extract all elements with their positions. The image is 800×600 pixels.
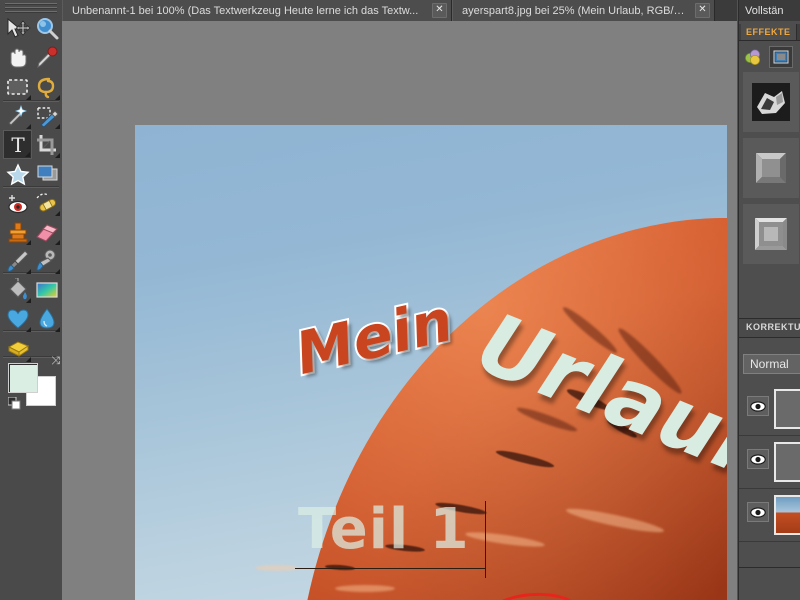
tool-submenu-arrow: [55, 240, 60, 245]
svg-text:T: T: [11, 134, 25, 156]
tool-shape[interactable]: [3, 304, 32, 333]
panel-divider: [739, 567, 800, 568]
text-baseline-guide: [295, 568, 485, 569]
swap-colors-icon[interactable]: ⤨: [51, 356, 60, 367]
tool-paint-bucket[interactable]: [3, 275, 32, 304]
toolbox: T ⤨: [0, 0, 63, 600]
tool-type[interactable]: T: [3, 130, 32, 159]
tool-zoom[interactable]: [32, 14, 61, 43]
tool-gradient[interactable]: [32, 275, 61, 304]
tool-submenu-arrow: [55, 153, 60, 158]
layer-thumbnail[interactable]: [774, 389, 800, 429]
tool-clone-stamp[interactable]: [3, 217, 32, 246]
color-swatches: ⤨: [7, 356, 60, 410]
layer-row[interactable]: [739, 488, 800, 542]
toolbox-grip[interactable]: [5, 3, 57, 13]
document-tab-2-label: ayerspart8.jpg bei 25% (Mein Urlaub, RGB…: [462, 4, 690, 17]
effects-category-icons: [739, 44, 800, 70]
tool-submenu-arrow: [55, 269, 60, 274]
tool-cookie-cutter[interactable]: [3, 159, 32, 188]
tool-submenu-arrow: [26, 298, 31, 303]
tool-submenu-arrow: [26, 95, 31, 100]
text-caret-guide: [485, 501, 486, 578]
image-canvas[interactable]: Mein Urlaub Teil 1: [135, 125, 727, 600]
tool-sponge[interactable]: [3, 334, 32, 363]
eye-icon[interactable]: [747, 449, 769, 469]
eye-icon[interactable]: [747, 396, 769, 416]
eye-icon[interactable]: [747, 502, 769, 522]
document-tab-1-label: Unbenannt-1 bei 100% (Das Textwerkzeug H…: [72, 4, 419, 17]
document-tab-bar: Unbenannt-1 bei 100% (Das Textwerkzeug H…: [62, 0, 737, 22]
tool-rectangular-marquee[interactable]: [3, 72, 32, 101]
tool-submenu-arrow: [55, 95, 60, 100]
tool-magic-wand[interactable]: [3, 101, 32, 130]
layer-row[interactable]: [739, 435, 800, 489]
document-tab-2[interactable]: ayerspart8.jpg bei 25% (Mein Urlaub, RGB…: [452, 0, 715, 21]
close-icon[interactable]: ✕: [695, 3, 710, 18]
tool-submenu-arrow: [25, 152, 30, 157]
tab-korrekturen[interactable]: KORREKTU: [741, 319, 800, 335]
tool-brush[interactable]: [3, 246, 32, 275]
filters-icon[interactable]: [742, 46, 766, 68]
tool-submenu-arrow: [26, 269, 31, 274]
tool-submenu-arrow: [26, 327, 31, 332]
tab-effekte[interactable]: EFFEKTE: [741, 24, 797, 40]
tool-eyedropper[interactable]: [32, 43, 61, 72]
layer-thumbnail[interactable]: [774, 495, 800, 535]
tool-healing-brush[interactable]: [32, 188, 61, 217]
right-panel-dock: Vollstän EFFEKTE KORREKTU Normal: [738, 0, 800, 600]
photoshop-elements-window: T ⤨ Unbenannt-1 bei 100% (Das Textwerkze…: [0, 0, 800, 600]
tool-smart-brush[interactable]: [32, 246, 61, 275]
effect-thumb-bevel-simple[interactable]: [743, 138, 799, 198]
effect-thumb-bevel-inner[interactable]: [743, 204, 799, 264]
tool-submenu-arrow: [55, 211, 60, 216]
layer-blend-mode-select[interactable]: Normal: [743, 354, 800, 374]
layer-row[interactable]: [739, 382, 800, 436]
effects-thumbnail-list: [739, 72, 800, 270]
tool-move[interactable]: [3, 14, 32, 43]
tool-crop[interactable]: [32, 130, 61, 159]
tool-hand[interactable]: [3, 43, 32, 72]
effects-panel-tabrow: EFFEKTE: [739, 24, 800, 41]
tool-straighten[interactable]: [32, 159, 61, 188]
document-workspace[interactable]: Mein Urlaub Teil 1: [62, 21, 737, 600]
tool-redeye-removal[interactable]: [3, 188, 32, 217]
close-icon[interactable]: ✕: [432, 3, 447, 18]
tool-quick-selection[interactable]: [32, 101, 61, 130]
workspace-mode-menu[interactable]: Vollstän: [739, 0, 800, 21]
effect-thumb-metal[interactable]: [743, 72, 799, 132]
corrections-panel-tabrow: KORREKTU: [739, 318, 800, 338]
tool-blur[interactable]: [32, 304, 61, 333]
layer-thumbnail[interactable]: [774, 442, 800, 482]
document-tab-1[interactable]: Unbenannt-1 bei 100% (Das Textwerkzeug H…: [62, 0, 452, 21]
artwork-text-teil1[interactable]: Teil 1: [298, 497, 470, 562]
tool-submenu-arrow: [55, 327, 60, 332]
tool-submenu-arrow: [26, 240, 31, 245]
tool-eraser[interactable]: [32, 217, 61, 246]
tool-lasso[interactable]: [32, 72, 61, 101]
default-colors-icon[interactable]: [7, 396, 21, 410]
workspace-mode-label: Vollstän: [745, 4, 784, 17]
tool-submenu-arrow: [55, 124, 60, 129]
foreground-color-swatch[interactable]: [8, 363, 38, 393]
layer-styles-icon[interactable]: [769, 46, 793, 68]
tool-submenu-arrow: [26, 124, 31, 129]
